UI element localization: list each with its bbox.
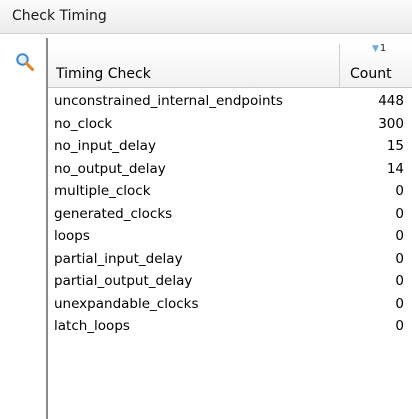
timing-check-name: loops [54,228,90,244]
sort-descending-icon: ▼ [372,44,379,54]
timing-check-count: 448 [378,93,404,109]
timing-check-count: 0 [395,250,404,267]
timing-check-name: generated_clocks [54,205,173,222]
timing-check-name: unconstrained_internal_endpoints [54,93,283,109]
sort-indicator: ▼1 [372,43,387,55]
timing-check-count: 14 [386,160,404,177]
timing-check-name: partial_input_delay [54,250,183,267]
table-row[interactable]: no_input_delay 15 [48,135,412,158]
timing-check-count: 0 [395,273,404,289]
column-header-count[interactable]: ▼1 Count [340,44,412,88]
panel-toolbar [0,34,46,419]
column-header-timing-check[interactable]: Timing Check [48,44,340,88]
timing-check-name: multiple_clock [54,183,151,199]
table-row[interactable]: loops 0 [48,225,412,248]
search-button[interactable] [14,51,36,73]
table-row[interactable]: unexpandable_clocks 0 [48,293,412,316]
panel-header: Check Timing [0,0,412,34]
timing-check-count: 0 [395,318,404,334]
table-row[interactable]: no_clock 300 [48,113,412,136]
timing-check-table: Timing Check ▼1 Count unconstrained_inte… [46,38,412,419]
table-row[interactable]: multiple_clock 0 [48,180,412,203]
table-row[interactable]: generated_clocks 0 [48,203,412,226]
sort-rank: 1 [379,43,387,54]
table-row[interactable]: latch_loops 0 [48,315,412,338]
timing-check-count: 15 [386,138,404,154]
timing-check-name: unexpandable_clocks [54,295,199,312]
table-row[interactable]: partial_output_delay 0 [48,270,412,293]
table-row[interactable]: partial_input_delay 0 [48,248,412,271]
column-label-timing-check: Timing Check [56,66,151,82]
panel-title: Check Timing [12,8,107,24]
timing-check-count: 0 [395,205,404,222]
timing-check-name: no_input_delay [54,138,156,154]
timing-check-count: 0 [395,183,404,199]
timing-check-count: 0 [395,295,404,312]
table-row[interactable]: unconstrained_internal_endpoints 448 [48,90,412,113]
timing-check-name: partial_output_delay [54,273,193,289]
timing-check-name: no_clock [54,115,113,132]
search-icon [16,53,35,72]
table-row[interactable]: no_output_delay 14 [48,158,412,181]
timing-check-count: 0 [395,228,404,244]
timing-check-name: no_output_delay [54,160,166,177]
table-body: unconstrained_internal_endpoints 448 no_… [48,90,412,338]
timing-check-count: 300 [378,115,404,132]
timing-check-name: latch_loops [54,318,130,334]
column-label-count: Count [350,66,392,82]
